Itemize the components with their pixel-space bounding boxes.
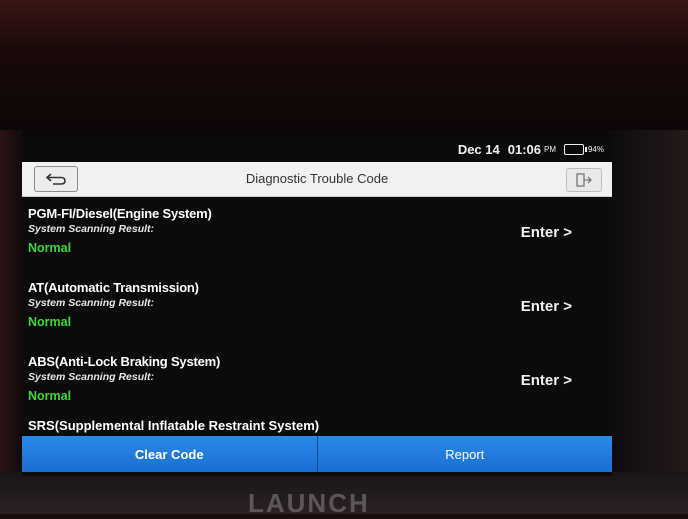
system-item-transmission: AT(Automatic Transmission) System Scanni…	[22, 270, 612, 344]
system-item-abs: ABS(Anti-Lock Braking System) System Sca…	[22, 344, 612, 418]
report-button[interactable]: Report	[316, 436, 612, 472]
scan-result-label: System Scanning Result:	[28, 297, 155, 309]
clear-code-button[interactable]: Clear Code	[22, 436, 317, 472]
system-item-srs-partial[interactable]: SRS(Supplemental Inflatable Restraint Sy…	[28, 418, 319, 433]
device-brand-logo: LAUNCH	[248, 488, 370, 518]
status-ampm: PM	[543, 145, 556, 154]
scan-result-label: System Scanning Result:	[28, 371, 155, 383]
action-bar: Clear Code Report	[22, 436, 612, 472]
system-name: ABS(Anti-Lock Braking System)	[28, 354, 221, 369]
title-bar: Diagnostic Trouble Code	[22, 162, 612, 197]
exit-button[interactable]	[566, 168, 602, 192]
scan-status: Normal	[28, 315, 72, 329]
system-list: PGM-FI/Diesel(Engine System) System Scan…	[22, 196, 612, 436]
scan-result-label: System Scanning Result:	[28, 223, 155, 235]
status-time: 01:06	[507, 142, 541, 157]
scan-status: Normal	[28, 241, 72, 255]
device-bezel-top	[0, 0, 688, 140]
enter-button[interactable]: Enter >	[521, 224, 572, 241]
device-bezel-right	[608, 130, 688, 514]
enter-button[interactable]: Enter >	[521, 298, 572, 315]
device-bezel-left	[0, 130, 22, 514]
scan-status: Normal	[28, 389, 72, 403]
system-item-engine: PGM-FI/Diesel(Engine System) System Scan…	[22, 196, 612, 270]
device-screen: Dec 14 01:06 PM 94% Diagnostic Trouble C…	[22, 136, 612, 476]
status-date: Dec 14	[457, 142, 500, 157]
page-title: Diagnostic Trouble Code	[245, 171, 389, 186]
battery-percent: 94%	[587, 145, 604, 154]
status-bar: Dec 14 01:06 PM 94%	[22, 136, 612, 162]
enter-button[interactable]: Enter >	[521, 372, 572, 389]
exit-icon	[576, 173, 592, 187]
system-name: AT(Automatic Transmission)	[28, 280, 199, 295]
battery-icon	[563, 144, 587, 155]
system-name: PGM-FI/Diesel(Engine System)	[28, 206, 212, 221]
